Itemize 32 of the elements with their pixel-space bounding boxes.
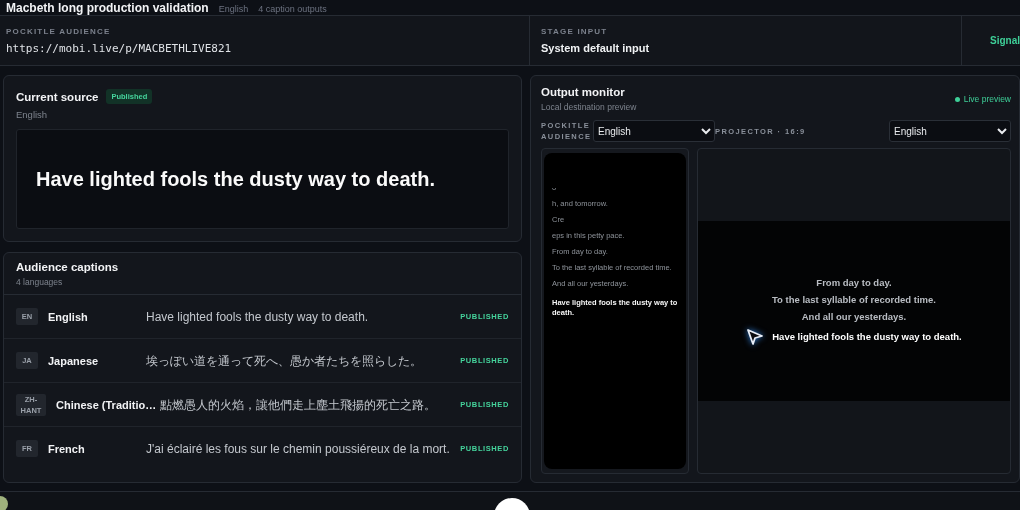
caption-line: From day to day. [816, 276, 892, 288]
language-name: English [48, 310, 89, 323]
caption-line: And all our yesterdays. [801, 310, 907, 322]
caption-line: Have lighted fools the dusty way to death. [772, 331, 962, 342]
card-title: Current source [16, 90, 99, 103]
caption-text: Have lighted fools the dusty way to death. [146, 309, 370, 324]
audience-url[interactable]: https://mobi.live/p/MACBETHLIVE821 [6, 41, 523, 55]
language-name: French [48, 442, 86, 455]
card-subtitle: Local destination preview [541, 102, 637, 112]
output-count: 4 caption outputs [258, 4, 327, 15]
page-title: Macbeth long production validation [6, 2, 209, 15]
language-name: Japanese [48, 354, 100, 367]
live-preview-status: Live preview [963, 94, 1011, 104]
language-select[interactable]: English [889, 120, 1011, 142]
source-language: English [16, 109, 49, 120]
signal-status: Signal [990, 35, 1020, 46]
source-language: English [218, 4, 249, 15]
card-title: Output monitor [541, 86, 626, 98]
language-select[interactable]: English [593, 120, 715, 142]
caption-line: To the last syllable of recorded time. [772, 293, 936, 305]
card-title: Audience captions [16, 261, 120, 273]
caption-text: J'ai éclairé les fous sur le chemin poussiéreux de la mort. [146, 441, 451, 456]
caption-text: 埃っぽい道を通って死へ、愚か者たちを照らした。 [146, 353, 423, 368]
current-caption: Have lighted fools the dusty way to death. [36, 167, 435, 191]
language-name: Chinese (Traditio… [56, 398, 157, 411]
stage-input-value: System default input [541, 42, 651, 54]
field-label: POCKITLE AUDIENCE [6, 26, 112, 36]
language-count: 4 languages [16, 277, 64, 287]
live-dot-icon [954, 96, 960, 102]
caption-text: 點燃愚人的火焰，讓他們走上塵土飛揚的死亡之路。 [160, 397, 438, 412]
field-label: STAGE INPUT [541, 27, 609, 36]
cursor-icon [746, 327, 765, 346]
